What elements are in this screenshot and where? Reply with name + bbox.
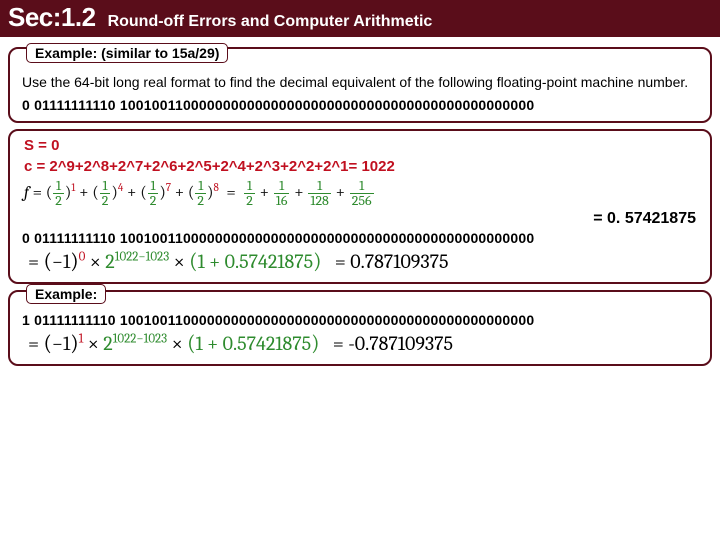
example-tag-1: Example: (similar to 15a/29) bbox=[26, 43, 228, 63]
example-panel-1: Example: (similar to 15a/29) Use the 64-… bbox=[8, 47, 712, 123]
example-panel-2: Example: 1 01111111110 10010011000000000… bbox=[8, 290, 712, 366]
section-title: Round-off Errors and Computer Arithmetic bbox=[108, 13, 433, 31]
final-result-2: = -0.787109375 bbox=[333, 332, 453, 355]
final-result-1: = 0.787109375 bbox=[335, 250, 449, 273]
work-bits: 0 01111111110 10010011000000000000000000… bbox=[22, 230, 698, 246]
c-line: c = 2^9+2^8+2^7+2^6+2^5+2^4+2^3+2^2+2^1=… bbox=[24, 158, 696, 175]
f-expansion: f = (12)1 + (12)4 + (12)7 + (12)8 = 12 +… bbox=[24, 179, 696, 208]
example1-intro: Use the 64-bit long real format to find … bbox=[22, 73, 698, 91]
example1-bits: 0 01111111110 10010011000000000000000000… bbox=[22, 97, 698, 113]
section-header: Sec:1.2 Round-off Errors and Computer Ar… bbox=[0, 0, 720, 37]
work-panel: S = 0 c = 2^9+2^8+2^7+2^6+2^5+2^4+2^3+2^… bbox=[8, 129, 712, 284]
s-line: S = 0 bbox=[24, 137, 696, 154]
final-formula-1: = (−1)0 × 21022−1023 × (1 + 0.57421875) … bbox=[28, 248, 694, 274]
final-formula-2: = (−1)1 × 21022−1023 × (1 + 0.57421875) … bbox=[28, 330, 694, 356]
section-number: Sec:1.2 bbox=[8, 2, 96, 33]
example-tag-2: Example: bbox=[26, 284, 106, 304]
f-result: = 0. 57421875 bbox=[18, 210, 696, 228]
example2-bits: 1 01111111110 10010011000000000000000000… bbox=[22, 312, 698, 328]
